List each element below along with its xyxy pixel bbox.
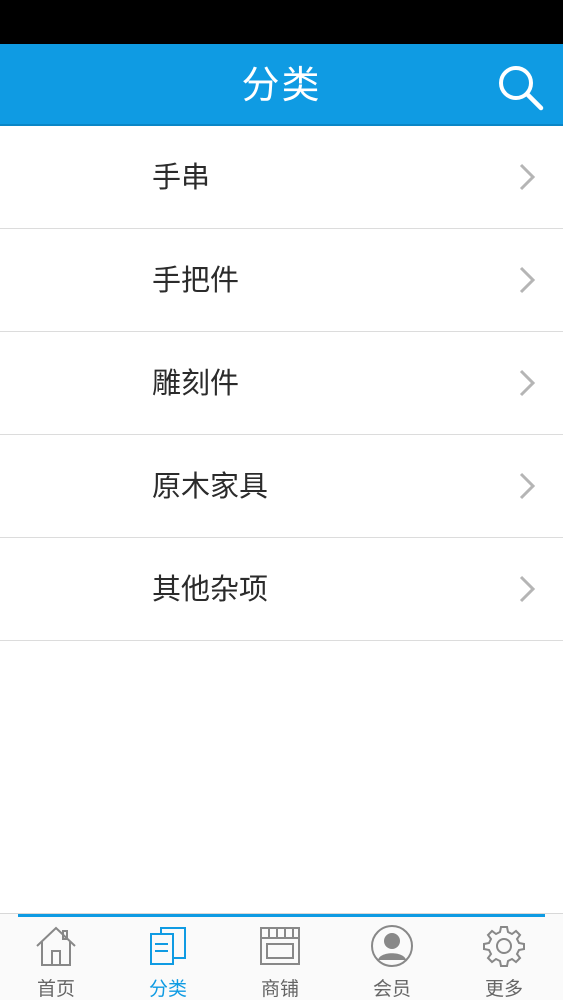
category-item-5[interactable]: 其他杂项: [0, 538, 563, 641]
category-label: 原木家具: [152, 469, 269, 503]
tab-home[interactable]: 首页: [0, 918, 112, 1001]
tab-store[interactable]: 商铺: [224, 918, 336, 1001]
app-header: 分类: [0, 44, 563, 126]
tab-label: 商铺: [260, 978, 299, 1000]
status-bar: [0, 0, 563, 44]
chevron-right-icon: [519, 472, 536, 500]
category-item-4[interactable]: 原木家具: [0, 435, 563, 538]
store-icon: [260, 927, 300, 965]
category-label: 雕刻件: [152, 366, 240, 400]
tab-category[interactable]: 分类: [112, 918, 224, 1001]
category-label: 其他杂项: [152, 572, 269, 606]
tab-bar-accent-line: [18, 914, 545, 917]
tab-label: 分类: [148, 978, 187, 1000]
search-button[interactable]: [495, 62, 545, 112]
chevron-right-icon: [519, 266, 536, 294]
category-label: 手串: [152, 160, 211, 194]
tab-label: 会员: [372, 978, 411, 1000]
category-label: 手把件: [152, 263, 240, 297]
tab-more[interactable]: 更多: [448, 918, 560, 1001]
bottom-tab-bar: 首页 分类 商铺 会员 更多: [0, 913, 563, 1000]
tab-label: 更多: [484, 978, 523, 1000]
category-item-2[interactable]: 手把件: [0, 229, 563, 332]
tab-label: 首页: [36, 978, 75, 1000]
chevron-right-icon: [519, 163, 536, 191]
category-icon: [150, 927, 186, 965]
category-list: 手串 手把件 雕刻件 原木家具 其他杂项: [0, 126, 563, 641]
user-icon: [371, 925, 413, 967]
category-item-3[interactable]: 雕刻件: [0, 332, 563, 435]
page-title: 分类: [241, 63, 322, 107]
chevron-right-icon: [519, 369, 536, 397]
search-icon: [499, 66, 544, 111]
tab-member[interactable]: 会员: [336, 918, 448, 1001]
home-icon: [36, 926, 76, 966]
chevron-right-icon: [519, 575, 536, 603]
gear-icon: [483, 926, 525, 967]
category-item-1[interactable]: 手串: [0, 126, 563, 229]
